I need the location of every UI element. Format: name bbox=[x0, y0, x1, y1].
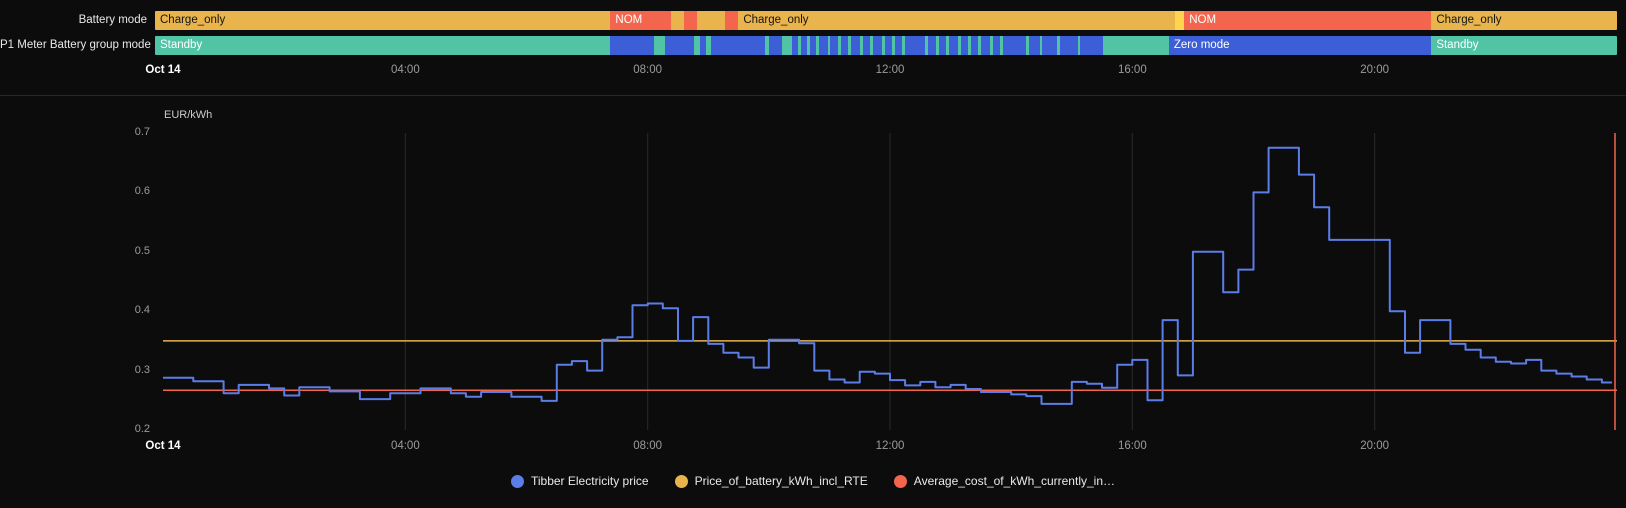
timeline-segment-red[interactable] bbox=[725, 11, 739, 30]
timeline-segment-label: Zero mode bbox=[1173, 39, 1230, 51]
chart-legend: Tibber Electricity price Price_of_battery… bbox=[0, 474, 1626, 488]
timeline-stripe[interactable] bbox=[837, 36, 841, 55]
price-chart-card: EUR/kWh 0.7 0.6 0.5 0.4 0.3 0.2 Oct 14 04:00 08… bbox=[0, 96, 1626, 508]
timeline-stripe[interactable] bbox=[859, 36, 863, 55]
legend-item-average-cost-of-kwh-currently-in[interactable]: Average_cost_of_kWh_currently_in… bbox=[893, 474, 1115, 488]
y-axis-tick-0-2: 0.2 bbox=[134, 423, 150, 435]
timeline-segment-label: Standby bbox=[160, 39, 203, 51]
timeline-stripe[interactable] bbox=[694, 36, 701, 55]
legend-label: Average_cost_of_kWh_currently_in… bbox=[913, 474, 1115, 488]
timeline-segment-label: Standby bbox=[1436, 39, 1479, 51]
timeline-stripe[interactable] bbox=[782, 36, 793, 55]
timeline-stripe[interactable] bbox=[1026, 36, 1030, 55]
axis-tick-oct-14: Oct 14 bbox=[145, 64, 181, 76]
y-axis: 0.7 0.6 0.5 0.4 0.3 0.2 bbox=[0, 96, 155, 508]
timeline-segment-label: Charge_only bbox=[160, 14, 226, 26]
timeline-stripe[interactable] bbox=[945, 36, 949, 55]
timeline-stripe[interactable] bbox=[881, 36, 885, 55]
timeline-segment-teal[interactable] bbox=[1103, 36, 1169, 55]
timeline-segment-label: NOM bbox=[615, 14, 643, 26]
timeline-stripe[interactable] bbox=[891, 36, 895, 55]
chart-time-axis: Oct 14 04:00 08:00 12:00 16:00 20:00 bbox=[145, 440, 1617, 455]
y-axis-tick-0-3: 0.3 bbox=[134, 363, 150, 376]
timeline-stripe[interactable] bbox=[989, 36, 993, 55]
legend-dot-icon bbox=[674, 474, 688, 488]
legend-label: Price_of_battery_kWh_incl_RTE bbox=[694, 474, 868, 488]
timeline-stripe[interactable] bbox=[1000, 36, 1003, 55]
timeline-label-battery-mode: Battery mode bbox=[78, 14, 147, 26]
timeline-bar-battery-mode[interactable]: Charge_only NOM Charge_only NOM Charge_only bbox=[155, 11, 1617, 30]
price-chart-svg bbox=[163, 133, 1617, 430]
timeline-row-p1-meter-battery-group-mode: P1 Meter Battery group mode Standby Zero … bbox=[0, 36, 1626, 55]
timeline-stripe[interactable] bbox=[798, 36, 802, 55]
timeline-stripe[interactable] bbox=[807, 36, 810, 55]
timeline-row-battery-mode: Battery mode Charge_only NOM Charge_only NO… bbox=[0, 11, 1626, 30]
timeline-segment-amber[interactable] bbox=[697, 11, 726, 30]
timeline-stripe[interactable] bbox=[827, 36, 831, 55]
axis-tick-16-00: 16:00 bbox=[1117, 440, 1147, 452]
axis-tick-oct-14: Oct 14 bbox=[145, 440, 181, 452]
state-timeline-card: Battery mode Charge_only NOM Charge_only NO… bbox=[0, 0, 1626, 96]
timeline-stripe[interactable] bbox=[1077, 36, 1081, 55]
timeline-stripe[interactable] bbox=[957, 36, 961, 55]
timeline-stripe[interactable] bbox=[847, 36, 851, 55]
timeline-segment-charge-only[interactable]: Charge_only bbox=[738, 11, 1176, 30]
timeline-segment-label: Charge_only bbox=[743, 14, 809, 26]
timeline-segment-amber[interactable] bbox=[671, 11, 685, 30]
axis-tick-08-00: 08:00 bbox=[633, 440, 663, 452]
timeline-stripe[interactable] bbox=[1039, 36, 1043, 55]
legend-item-tibber-electricity-price[interactable]: Tibber Electricity price bbox=[510, 474, 649, 488]
y-axis-tick-0-6: 0.6 bbox=[134, 185, 150, 198]
timeline-stripe[interactable] bbox=[815, 36, 819, 55]
timeline-stripe[interactable] bbox=[967, 36, 971, 55]
timeline-segment-charge-only[interactable]: Charge_only bbox=[1431, 11, 1617, 30]
axis-tick-12-00: 12:00 bbox=[875, 64, 905, 76]
axis-tick-20-00: 20:00 bbox=[1360, 440, 1390, 452]
axis-tick-04-00: 04:00 bbox=[390, 64, 420, 76]
axis-tick-20-00: 20:00 bbox=[1360, 64, 1390, 76]
timeline-segment-amber_bright[interactable] bbox=[1175, 11, 1185, 30]
timeline-stripe[interactable] bbox=[1057, 36, 1060, 55]
legend-label: Tibber Electricity price bbox=[530, 474, 649, 488]
timeline-segment-label: NOM bbox=[1189, 14, 1217, 26]
timeline-segment-red[interactable] bbox=[684, 11, 698, 30]
timeline-segment-standby[interactable]: Standby bbox=[1431, 36, 1617, 55]
axis-tick-16-00: 16:00 bbox=[1117, 64, 1147, 76]
timeline-segment-label: Charge_only bbox=[1436, 14, 1502, 26]
timeline-segment-nom[interactable]: NOM bbox=[610, 11, 672, 30]
y-axis-unit-label: EUR/kWh bbox=[164, 109, 213, 121]
timeline-segment-charge-only[interactable]: Charge_only bbox=[155, 11, 611, 30]
timeline-segment-nom[interactable]: NOM bbox=[1184, 11, 1432, 30]
timeline-stripe[interactable] bbox=[706, 36, 711, 55]
legend-dot-icon bbox=[510, 474, 524, 488]
timeline-stripe[interactable] bbox=[869, 36, 873, 55]
timeline-time-axis: Oct 14 04:00 08:00 12:00 16:00 20:00 bbox=[145, 64, 1617, 79]
timeline-stripe[interactable] bbox=[978, 36, 982, 55]
axis-tick-04-00: 04:00 bbox=[390, 440, 420, 452]
tibber-electricity-price-line bbox=[163, 146, 1612, 405]
legend-item-price-of-battery-kwh-incl-rte[interactable]: Price_of_battery_kWh_incl_RTE bbox=[674, 474, 868, 488]
timeline-bar-p1-meter-battery-group-mode[interactable]: Standby Zero mode Standby bbox=[155, 36, 1617, 55]
price-chart-plot[interactable] bbox=[163, 133, 1617, 430]
timeline-stripe[interactable] bbox=[902, 36, 905, 55]
y-axis-tick-0-4: 0.4 bbox=[134, 304, 150, 317]
axis-tick-12-00: 12:00 bbox=[875, 440, 905, 452]
y-axis-tick-0-7: 0.7 bbox=[134, 126, 150, 138]
timeline-stripe[interactable] bbox=[935, 36, 939, 55]
timeline-segment-zero-mode[interactable]: Zero mode bbox=[1168, 36, 1432, 55]
timeline-stripe[interactable] bbox=[764, 36, 770, 55]
timeline-label-p1-meter-battery-group-mode: P1 Meter Battery group mode bbox=[0, 39, 151, 51]
dashboard: Battery mode Charge_only NOM Charge_only NO… bbox=[0, 0, 1626, 508]
timeline-stripe[interactable] bbox=[653, 36, 666, 55]
timeline-segment-standby[interactable]: Standby bbox=[155, 36, 611, 55]
y-axis-tick-0-5: 0.5 bbox=[134, 244, 150, 257]
axis-tick-08-00: 08:00 bbox=[633, 64, 663, 76]
legend-dot-icon bbox=[893, 474, 907, 488]
timeline-stripe[interactable] bbox=[925, 36, 929, 55]
